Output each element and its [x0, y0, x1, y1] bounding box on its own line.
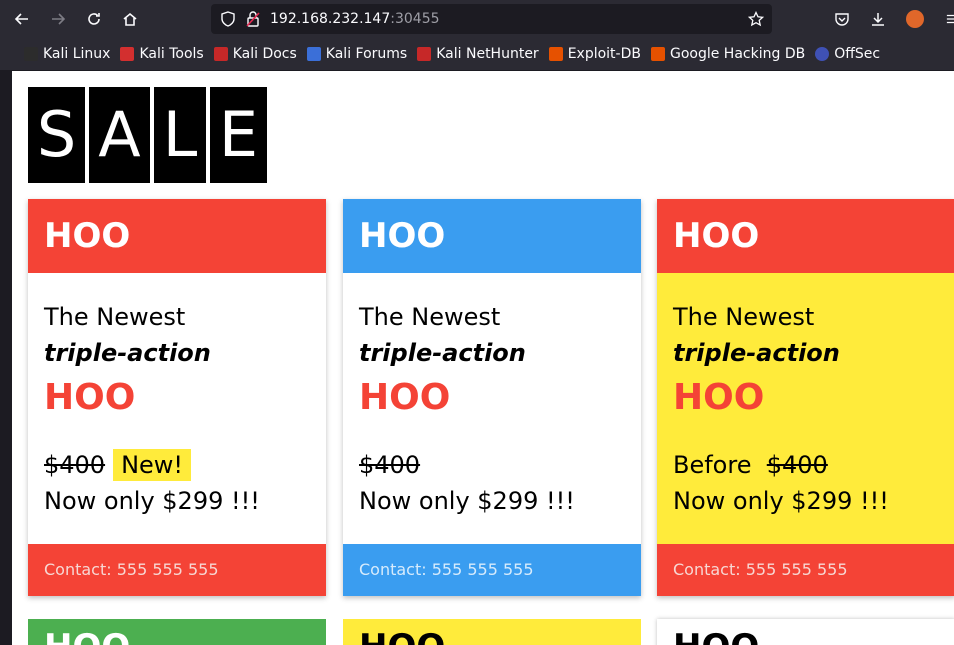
- hamburger-menu-icon[interactable]: [946, 11, 954, 27]
- home-button[interactable]: [116, 5, 144, 33]
- card-product-name: HOO: [673, 377, 765, 418]
- card-title: HOO: [28, 619, 326, 645]
- pocket-icon[interactable]: [834, 11, 850, 27]
- card-body: The Newest triple-action HOO Before $400…: [657, 273, 954, 544]
- new-badge: New!: [113, 449, 192, 481]
- logo-letter: S: [28, 87, 85, 183]
- home-icon: [123, 12, 137, 26]
- card-product-name: HOO: [359, 377, 451, 418]
- old-price: $400: [766, 451, 828, 479]
- card-body: The Newest triple-action HOO $400 Now on…: [343, 273, 641, 544]
- card-tagline: The Newest: [44, 303, 186, 331]
- ghdb-icon: [650, 47, 665, 61]
- bookmarks-bar: Kali Linux Kali Tools Kali Docs Kali For…: [0, 38, 954, 70]
- kali-dragon-icon: [24, 47, 38, 61]
- shield-icon[interactable]: [220, 11, 236, 27]
- browser-toolbar: 192.168.232.147:30455: [0, 0, 954, 38]
- card-title: HOO: [343, 199, 641, 273]
- card-tagline: The Newest: [673, 303, 815, 331]
- current-price: Now only $299 !!!: [359, 487, 575, 515]
- sale-logo: S A L E: [28, 87, 271, 183]
- page-content: S A L E HOO The Newest triple-action HOO…: [12, 71, 954, 645]
- url-port: :30455: [390, 11, 440, 27]
- url-host: 192.168.232.147: [270, 11, 391, 27]
- nethunter-icon: [417, 47, 432, 61]
- card-title: HOO: [343, 619, 641, 645]
- old-price-line: $400 New!: [44, 447, 310, 483]
- current-price: Now only $299 !!!: [44, 487, 260, 515]
- product-card: HOO The Newest triple-action HOO $400 No…: [343, 199, 641, 596]
- arrow-left-icon: [14, 13, 28, 25]
- downloads-icon[interactable]: [870, 11, 886, 27]
- product-card: HOO The Newest triple-action HOO $400 New…: [28, 199, 326, 596]
- card-feature: triple-action: [44, 339, 211, 367]
- card-title: HOO: [657, 619, 954, 645]
- bookmark-kali-linux[interactable]: Kali Linux: [24, 46, 110, 62]
- old-price: $400: [44, 451, 106, 479]
- bookmark-kali-tools[interactable]: Kali Tools: [120, 46, 204, 62]
- bookmark-kali-nethunter[interactable]: Kali NetHunter: [417, 46, 539, 62]
- kali-forums-icon: [306, 47, 321, 61]
- exploit-db-icon: [548, 47, 563, 61]
- product-card-partial: HOO: [657, 619, 954, 645]
- card-contact: Contact: 555 555 555: [28, 544, 326, 596]
- card-contact: Contact: 555 555 555: [657, 544, 954, 596]
- extension-icon[interactable]: [906, 10, 924, 28]
- bookmark-kali-docs[interactable]: Kali Docs: [213, 46, 297, 62]
- bookmark-star-icon[interactable]: [748, 11, 764, 27]
- product-card-partial: HOO: [343, 619, 641, 645]
- card-contact: Contact: 555 555 555: [343, 544, 641, 596]
- logo-letter: E: [210, 87, 267, 183]
- old-price-line: Before $400: [673, 447, 939, 483]
- product-card-partial: HOO: [28, 619, 326, 645]
- offsec-icon: [815, 47, 830, 61]
- card-title: HOO: [657, 199, 954, 273]
- bookmark-offsec[interactable]: OffSec: [815, 46, 880, 62]
- old-price: $400: [359, 451, 421, 479]
- back-button[interactable]: [8, 5, 36, 33]
- address-bar[interactable]: 192.168.232.147:30455: [211, 4, 772, 34]
- card-title: HOO: [28, 199, 326, 273]
- insecure-lock-icon[interactable]: [246, 11, 260, 27]
- forward-button[interactable]: [44, 5, 72, 33]
- bookmark-google-hacking-db[interactable]: Google Hacking DB: [650, 46, 805, 62]
- bookmark-kali-forums[interactable]: Kali Forums: [306, 46, 407, 62]
- logo-letter: A: [89, 87, 150, 183]
- reload-icon: [88, 13, 100, 25]
- current-price: Now only $299 !!!: [673, 487, 889, 515]
- price-prefix: Before: [673, 451, 760, 479]
- card-feature: triple-action: [359, 339, 526, 367]
- kali-docs-icon: [213, 47, 228, 61]
- product-card: HOO The Newest triple-action HOO Before …: [657, 199, 954, 596]
- old-price-line: $400: [359, 447, 625, 483]
- kali-tools-icon: [120, 47, 135, 61]
- arrow-right-icon: [52, 13, 66, 25]
- card-body: The Newest triple-action HOO $400 New! No…: [28, 273, 326, 544]
- bookmark-exploit-db[interactable]: Exploit-DB: [548, 46, 641, 62]
- card-tagline: The Newest: [359, 303, 501, 331]
- card-feature: triple-action: [673, 339, 840, 367]
- reload-button[interactable]: [80, 5, 108, 33]
- card-product-name: HOO: [44, 377, 136, 418]
- logo-letter: L: [154, 87, 206, 183]
